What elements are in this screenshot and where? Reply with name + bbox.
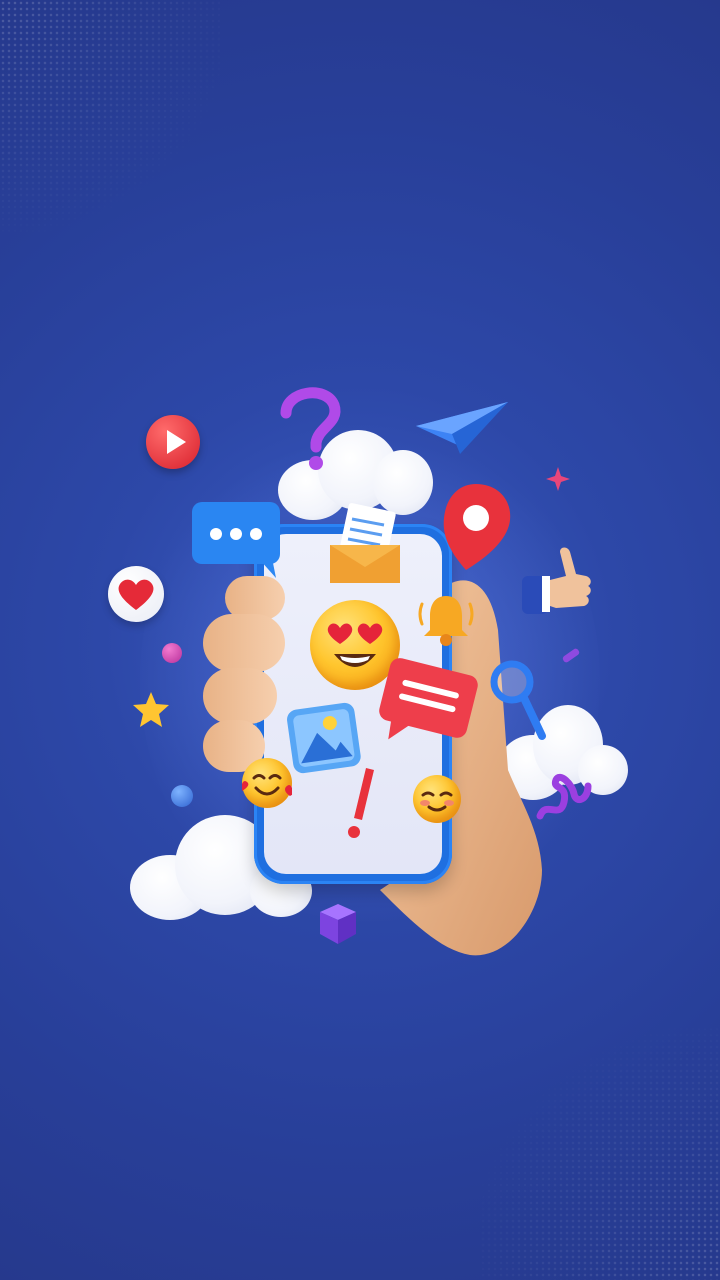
pink-ball-decoration bbox=[162, 643, 182, 663]
star-icon bbox=[133, 692, 169, 727]
halftone-pattern-bottom-right bbox=[480, 1020, 720, 1280]
magnifier-icon bbox=[490, 660, 546, 740]
blue-ball-decoration bbox=[171, 785, 193, 807]
halftone-pattern-top-left bbox=[0, 0, 220, 240]
location-pin-icon bbox=[443, 484, 511, 570]
chat-bubble-icon bbox=[192, 502, 280, 578]
spiral-ribbon-icon bbox=[536, 773, 592, 820]
star-sparkle-icon bbox=[546, 467, 570, 491]
social-media-illustration bbox=[0, 0, 720, 1280]
paper-plane-icon bbox=[416, 402, 508, 454]
exclamation-icon bbox=[348, 768, 374, 838]
bell-icon bbox=[418, 596, 474, 646]
smiling-hearts-emoji-icon bbox=[242, 758, 292, 808]
blushing-emoji-icon bbox=[413, 775, 461, 823]
cube-icon bbox=[320, 904, 356, 944]
envelope-icon bbox=[330, 503, 400, 583]
heart-icon bbox=[108, 566, 164, 622]
thumbs-up-icon bbox=[522, 547, 591, 614]
question-mark-icon bbox=[280, 387, 341, 470]
play-button-icon bbox=[146, 415, 200, 469]
message-bubble-icon bbox=[379, 658, 478, 740]
